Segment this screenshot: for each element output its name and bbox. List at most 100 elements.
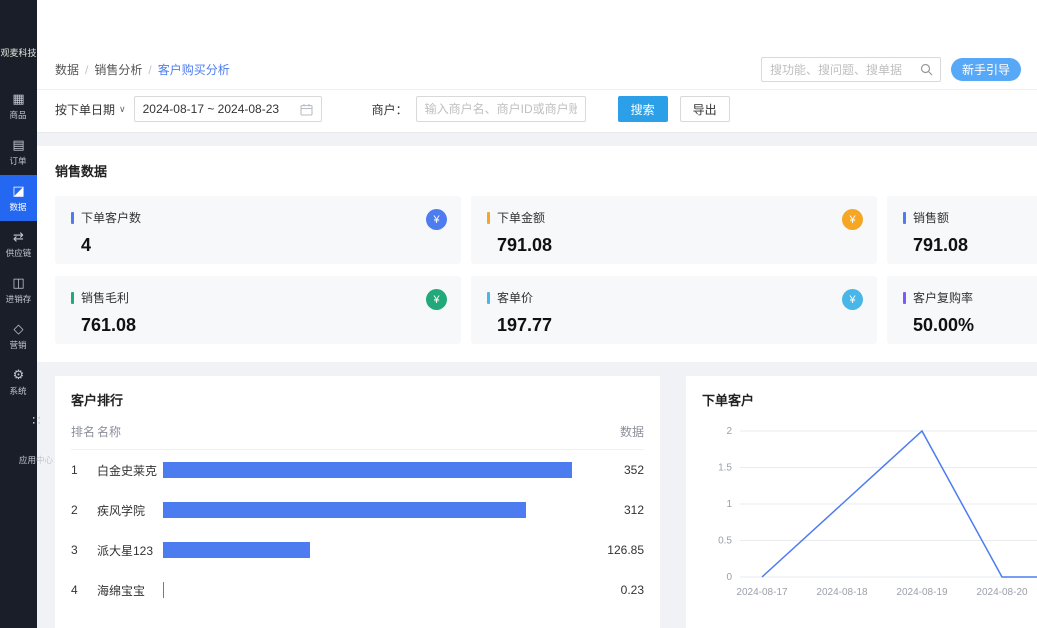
sidebar-item-label: 营销	[10, 339, 27, 351]
stat-card-value: 197.77	[497, 315, 861, 336]
sidebar-item-label: 数据	[10, 201, 27, 213]
yuan-circle-icon: ¥	[426, 289, 447, 310]
stat-card-0: 下单客户数¥ 4	[55, 196, 461, 264]
sidebar-item-label: 应用中心	[19, 454, 53, 466]
order-customers-panel: 下单客户 00.511.522024-08-172024-08-182024-0…	[686, 376, 1037, 628]
calculator-circle-icon: ¥	[842, 289, 863, 310]
sidebar-item-system[interactable]: ⚙系统	[0, 359, 37, 405]
stat-card-title: 销售额	[913, 209, 949, 226]
search-icon[interactable]	[920, 63, 933, 76]
svg-text:1.5: 1.5	[718, 463, 732, 474]
sidebar-item-label: 供应链	[6, 247, 32, 259]
sidebar-item-goods[interactable]: ▦ 商品	[0, 83, 37, 129]
column-header-spacer	[163, 423, 582, 440]
stat-card-value: 791.08	[913, 235, 1037, 256]
rank-bar-track	[163, 502, 582, 518]
stat-card-title: 客户复购率	[913, 289, 973, 306]
sidebar-item-label: 商品	[10, 109, 27, 121]
sales-data-panel: 销售数据 下单客户数¥4下单金额¥791.08销售额¥791.08销售毛利¥76…	[37, 146, 1037, 362]
svg-text:2024-08-18: 2024-08-18	[816, 587, 868, 598]
svg-text:2024-08-17: 2024-08-17	[736, 587, 788, 598]
sidebar-item-label: 系统	[10, 385, 27, 397]
topbar-row: 数据 / 销售分析 / 客户购买分析 新手引导	[37, 0, 1037, 89]
supply-chain-icon: ⇄	[13, 230, 24, 243]
card-accent-bar	[487, 212, 490, 224]
date-range-value: 2024-08-17 ~ 2024-08-23	[143, 102, 279, 116]
logo: 观麦科技	[0, 48, 37, 59]
sales-data-title: 销售数据	[55, 161, 1037, 180]
guide-button[interactable]: 新手引导	[951, 58, 1021, 81]
global-search-input[interactable]	[770, 63, 920, 77]
rank-number: 2	[71, 503, 97, 517]
stat-card-3: 销售毛利¥761.08	[55, 276, 461, 344]
breadcrumb-item-2[interactable]: 客户购买分析	[158, 61, 230, 78]
column-header-data: 数据	[582, 423, 644, 440]
ranking-rows: 1白金史莱克3522疾风学院3123派大星123126.854海绵宝宝0.23	[71, 450, 644, 610]
sidebar-item-marketing[interactable]: ◇营销	[0, 313, 37, 359]
stat-card-5: 客户复购率%50.00%	[887, 276, 1037, 344]
date-range-input[interactable]: 2024-08-17 ~ 2024-08-23	[134, 96, 322, 122]
customer-name: 海绵宝宝	[97, 582, 163, 599]
customer-name: 白金史莱克	[97, 462, 163, 479]
stat-card-value: 761.08	[81, 315, 445, 336]
calendar-icon	[300, 103, 313, 116]
card-accent-bar	[71, 292, 74, 304]
sidebar-item-inventory[interactable]: ◫进销存	[0, 267, 37, 313]
sidebar-item-data[interactable]: ◪ 数据	[0, 175, 37, 221]
ranking-row: 3派大星123 126.85	[71, 530, 644, 570]
order-customers-title: 下单客户	[702, 390, 1037, 409]
rank-bar-track	[163, 462, 582, 478]
stat-card-value: 4	[81, 235, 445, 256]
sidebar-item-supply-chain[interactable]: ⇄ 供应链	[0, 221, 37, 267]
breadcrumb-item-0[interactable]: 数据	[55, 61, 79, 78]
stat-card-header: 客户复购率%	[903, 289, 1037, 306]
svg-text:0: 0	[726, 572, 732, 583]
sidebar: 观麦科技 ▦商品▤订单◪数据⇄供应链◫进销存◇营销⚙系统∷应用中心	[0, 0, 37, 628]
rank-value: 0.23	[582, 583, 644, 597]
breadcrumb-separator: /	[85, 63, 88, 77]
orders-icon: ▤	[12, 138, 24, 151]
stat-card-header: 下单客户数¥	[71, 209, 445, 226]
rank-number: 3	[71, 543, 97, 557]
svg-text:2024-08-19: 2024-08-19	[896, 587, 948, 598]
goods-icon: ▦	[12, 92, 24, 105]
svg-text:0.5: 0.5	[718, 536, 732, 547]
card-accent-bar	[903, 212, 906, 224]
breadcrumb-item-1[interactable]: 销售分析	[94, 61, 142, 78]
yuan-circle-icon: ¥	[842, 209, 863, 230]
export-button[interactable]: 导出	[680, 96, 730, 122]
customer-name: 派大星123	[97, 542, 163, 559]
stat-card-1: 下单金额¥791.08	[471, 196, 877, 264]
rank-value: 312	[582, 503, 644, 517]
ranking-row: 1白金史莱克 352	[71, 450, 644, 490]
date-type-label: 按下单日期	[55, 101, 115, 118]
data-chart-icon: ◪	[12, 184, 24, 197]
rank-value: 126.85	[582, 543, 644, 557]
stat-card-4: 客单价¥197.77	[471, 276, 877, 344]
merchant-search-input[interactable]	[416, 96, 586, 122]
card-accent-bar	[903, 292, 906, 304]
app-root: 观麦科技 ▦商品▤订单◪数据⇄供应链◫进销存◇营销⚙系统∷应用中心 数据/销售分…	[0, 0, 1037, 628]
sidebar-item-orders[interactable]: ▤ 订单	[0, 129, 37, 175]
stat-card-header: 销售额¥	[903, 209, 1037, 226]
breadcrumb-separator: /	[148, 63, 151, 77]
column-header-name: 名称	[97, 423, 163, 440]
stat-card-header: 客单价¥	[487, 289, 861, 306]
rank-number: 4	[71, 583, 97, 597]
line-chart-svg: 00.511.522024-08-172024-08-182024-08-192…	[702, 417, 1037, 612]
customer-ranking-title: 客户排行	[71, 390, 644, 409]
sidebar-nav: ▦商品▤订单◪数据⇄供应链◫进销存◇营销⚙系统∷应用中心	[0, 83, 37, 628]
rank-value: 352	[582, 463, 644, 477]
rank-number: 1	[71, 463, 97, 477]
rank-bar	[163, 582, 164, 598]
search-button[interactable]: 搜索	[618, 96, 668, 122]
main-area: 数据 / 销售分析 / 客户购买分析 新手引导 按下单日期 ∨	[37, 0, 1037, 628]
svg-text:1: 1	[726, 499, 732, 510]
global-search-box[interactable]	[761, 57, 941, 82]
rank-bar-track	[163, 582, 582, 598]
stat-card-title: 客单价	[497, 289, 533, 306]
date-type-dropdown[interactable]: 按下单日期 ∨	[55, 101, 126, 118]
sidebar-item-label: 订单	[10, 155, 27, 167]
column-header-rank: 排名	[71, 423, 97, 440]
ranking-header-row: 排名 名称 数据	[71, 423, 644, 450]
